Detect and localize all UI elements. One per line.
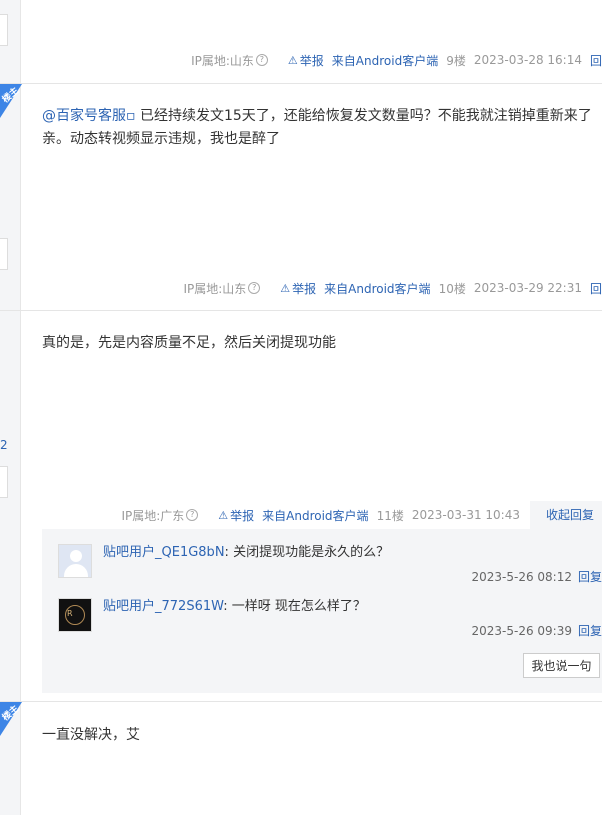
post-divider [0, 83, 602, 84]
sub-reply-button[interactable]: 回复 [578, 624, 602, 638]
username-link[interactable]: 贴吧用户_QE1G8bN [103, 545, 225, 560]
post-divider [0, 701, 602, 702]
post-content: 一直没解决，艾 [42, 724, 597, 747]
post-tail: IP属地:山东 ? ⚠ 举报 来自Android客户端 9楼 2023-03-28… [191, 51, 602, 69]
post-divider [0, 310, 602, 311]
add-comment-button[interactable]: 我也说一句 [523, 653, 600, 678]
op-badge: 楼主 [0, 84, 22, 118]
warning-icon: ⚠ [287, 53, 298, 67]
report-button[interactable]: ⚠ 举报 [280, 52, 324, 69]
help-icon[interactable]: ? [255, 54, 268, 66]
floor-number: 10楼 [438, 281, 466, 296]
help-icon[interactable]: ? [186, 509, 199, 521]
reply-button[interactable]: 回 [590, 52, 602, 69]
sub-reply-text: 贴吧用户_QE1G8bN: 关闭提现功能是永久的么？ [103, 545, 390, 560]
client-link[interactable]: 来自Android客户端 [262, 507, 368, 524]
post-text: 真的是，先是内容质量不足，然后关闭提现功能 [42, 335, 336, 351]
post-time: 2023-03-31 10:43 [411, 508, 520, 522]
sub-reply-meta: 2023-5-26 09:39 回复 [471, 622, 602, 639]
username-link[interactable]: 贴吧用户_772S61W [103, 599, 223, 614]
client-link[interactable]: 来自Android客户端 [324, 280, 430, 297]
sub-reply-time: 2023-5-26 08:12 [471, 570, 572, 584]
author-widget [0, 14, 8, 46]
sub-reply-text: 贴吧用户_772S61W: 一样呀 现在怎么样了？ [103, 599, 366, 614]
reply-button[interactable]: 回 [590, 280, 602, 297]
client-link[interactable]: 来自Android客户端 [332, 52, 438, 69]
sub-reply-meta: 2023-5-26 08:12 回复 [471, 568, 602, 585]
author-level-number: 2 [0, 438, 8, 452]
sub-reply-button[interactable]: 回复 [578, 570, 602, 584]
collapse-replies-button[interactable]: 收起回复 [529, 501, 602, 529]
author-widget [0, 466, 8, 498]
author-widget [0, 238, 8, 270]
post-time: 2023-03-29 22:31 [473, 281, 582, 295]
op-badge: 楼主 [0, 702, 22, 736]
post-text: 一直没解决，艾 [42, 727, 140, 743]
warning-icon: ⚠ [218, 508, 229, 522]
floor-number: 11楼 [376, 508, 404, 523]
mention-link[interactable]: @百家号客服 [42, 108, 126, 124]
ip-location: IP属地:山东 [191, 53, 254, 68]
post-time: 2023-03-28 16:14 [473, 53, 582, 67]
sub-reply-time: 2023-5-26 09:39 [471, 624, 572, 638]
post-content: 真的是，先是内容质量不足，然后关闭提现功能 [42, 332, 597, 355]
post-content: @百家号客服▫ 已经持续发文15天了，还能给恢复发文数量吗？不能我就注销掉重新来… [42, 108, 592, 147]
floor-number: 9楼 [446, 53, 466, 68]
post-tail: IP属地:广东 ? ⚠ 举报 来自Android客户端 11楼 2023-03-3… [121, 501, 602, 529]
report-button[interactable]: ⚠ 举报 [210, 507, 254, 524]
avatar[interactable]: R [58, 598, 92, 632]
post-tail: IP属地:山东 ? ⚠ 举报 来自Android客户端 10楼 2023-03-2… [183, 279, 602, 297]
avatar[interactable] [58, 544, 92, 578]
author-column [0, 0, 21, 815]
sub-reply-list: 贴吧用户_QE1G8bN: 关闭提现功能是永久的么？ 2023-5-26 08:… [42, 529, 602, 693]
warning-icon: ⚠ [280, 281, 291, 295]
ip-location: IP属地:广东 [121, 508, 185, 523]
ip-location: IP属地:山东 [183, 281, 247, 296]
report-button[interactable]: ⚠ 举报 [272, 280, 316, 297]
help-icon[interactable]: ? [248, 282, 261, 294]
